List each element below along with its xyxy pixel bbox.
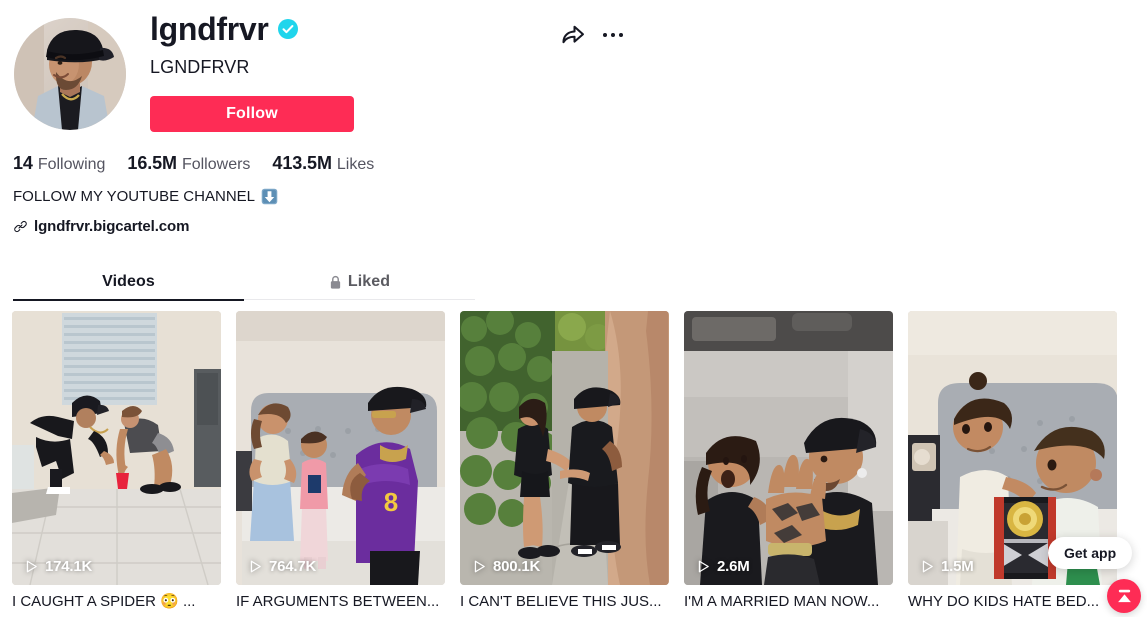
stat-label: Following bbox=[37, 156, 106, 173]
scroll-to-top-icon bbox=[1117, 589, 1131, 602]
video-caption: I'M A MARRIED MAN NOW... bbox=[684, 593, 880, 610]
tab-label: Videos bbox=[102, 273, 155, 290]
thumbnail-image bbox=[684, 311, 893, 585]
play-icon bbox=[698, 560, 709, 573]
stat-following[interactable]: 14 Following bbox=[13, 153, 105, 174]
video-caption: I CAN'T BELIEVE THIS JUS... bbox=[460, 593, 662, 610]
bio-link[interactable]: lgndfrvr.bigcartel.com bbox=[13, 218, 189, 235]
play-count: 800.1K bbox=[493, 558, 541, 575]
more-dot bbox=[610, 32, 616, 38]
stat-followers[interactable]: 16.5M Followers bbox=[127, 153, 250, 174]
profile-stats: 14 Following 16.5M Followers 413.5M Like… bbox=[13, 153, 396, 174]
stat-value: 16.5M bbox=[127, 153, 177, 173]
profile-tabs: Videos Liked bbox=[13, 264, 475, 301]
verified-check-icon bbox=[277, 19, 298, 39]
bio-text: FOLLOW MY YOUTUBE CHANNEL bbox=[13, 188, 255, 205]
play-icon bbox=[250, 560, 261, 573]
profile-header: lgndfrvr LGNDFRVR Follow bbox=[0, 0, 1147, 132]
more-dot bbox=[602, 32, 608, 38]
stat-label: Followers bbox=[181, 156, 251, 173]
video-thumbnail-car[interactable]: 2.6M bbox=[684, 311, 893, 585]
thumbnail-image bbox=[12, 311, 221, 585]
svg-text:8: 8 bbox=[384, 487, 398, 517]
video-thumbnail-spider[interactable]: 174.1K bbox=[12, 311, 221, 585]
video-card[interactable]: 174.1K I CAUGHT A SPIDER 😳 ... bbox=[12, 311, 221, 612]
play-icon bbox=[922, 560, 933, 573]
get-app-button[interactable]: Get app bbox=[1048, 537, 1133, 569]
play-count: 174.1K bbox=[45, 558, 93, 575]
username-row: lgndfrvr bbox=[150, 8, 710, 50]
tab-liked[interactable]: Liked bbox=[244, 264, 475, 300]
link-chain-icon bbox=[14, 221, 27, 232]
stat-label: Likes bbox=[336, 156, 375, 173]
tiktok-profile-page: lgndfrvr LGNDFRVR Follow 14 Following 16… bbox=[0, 0, 1147, 617]
play-icon bbox=[26, 560, 37, 573]
share-arrow-icon[interactable] bbox=[560, 22, 586, 48]
tab-label: Liked bbox=[347, 273, 391, 290]
lock-icon bbox=[330, 275, 340, 289]
video-caption: WHY DO KIDS HATE BED... bbox=[908, 593, 1100, 610]
profile-avatar-image bbox=[14, 18, 126, 130]
follow-button[interactable]: Follow bbox=[150, 96, 354, 132]
play-count-badge: 2.6M bbox=[696, 558, 750, 575]
avatar[interactable] bbox=[14, 18, 126, 130]
play-count: 1.5M bbox=[941, 558, 974, 575]
more-options-icon[interactable] bbox=[600, 22, 626, 48]
scroll-to-top-button[interactable] bbox=[1107, 579, 1141, 613]
video-thumbnail-arguments[interactable]: 8 764.7K bbox=[236, 311, 445, 585]
stat-likes[interactable]: 413.5M Likes bbox=[272, 153, 374, 174]
play-count-badge: 174.1K bbox=[24, 558, 92, 575]
profile-bio: FOLLOW MY YOUTUBE CHANNEL bbox=[13, 188, 278, 205]
play-icon bbox=[474, 560, 485, 573]
video-caption: I CAUGHT A SPIDER 😳 ... bbox=[12, 593, 196, 610]
down-arrow-emoji bbox=[261, 188, 278, 205]
play-count: 764.7K bbox=[269, 558, 317, 575]
more-dot bbox=[618, 32, 624, 38]
page-title: lgndfrvr bbox=[150, 11, 269, 47]
play-count-badge: 1.5M bbox=[920, 558, 974, 575]
video-caption: IF ARGUMENTS BETWEEN... bbox=[236, 593, 440, 610]
stat-value: 14 bbox=[13, 153, 33, 173]
video-card[interactable]: 2.6M I'M A MARRIED MAN NOW... bbox=[684, 311, 893, 612]
stat-value: 413.5M bbox=[272, 153, 332, 173]
tab-videos[interactable]: Videos bbox=[13, 264, 244, 301]
profile-identity: lgndfrvr LGNDFRVR bbox=[150, 8, 710, 78]
play-count: 2.6M bbox=[717, 558, 750, 575]
video-card[interactable]: 800.1K I CAN'T BELIEVE THIS JUS... bbox=[460, 311, 669, 612]
bio-link-text: lgndfrvr.bigcartel.com bbox=[34, 218, 190, 235]
video-thumbnail-sidewalk[interactable]: 800.1K bbox=[460, 311, 669, 585]
video-grid: 174.1K I CAUGHT A SPIDER 😳 ... 8 764.7K … bbox=[12, 311, 1135, 612]
thumbnail-image bbox=[460, 311, 669, 585]
thumbnail-image: 8 bbox=[236, 311, 445, 585]
play-count-badge: 800.1K bbox=[472, 558, 540, 575]
profile-nickname: LGNDFRVR bbox=[150, 57, 250, 77]
video-card[interactable]: 8 764.7K IF ARGUMENTS BETWEEN... bbox=[236, 311, 445, 612]
play-count-badge: 764.7K bbox=[248, 558, 316, 575]
